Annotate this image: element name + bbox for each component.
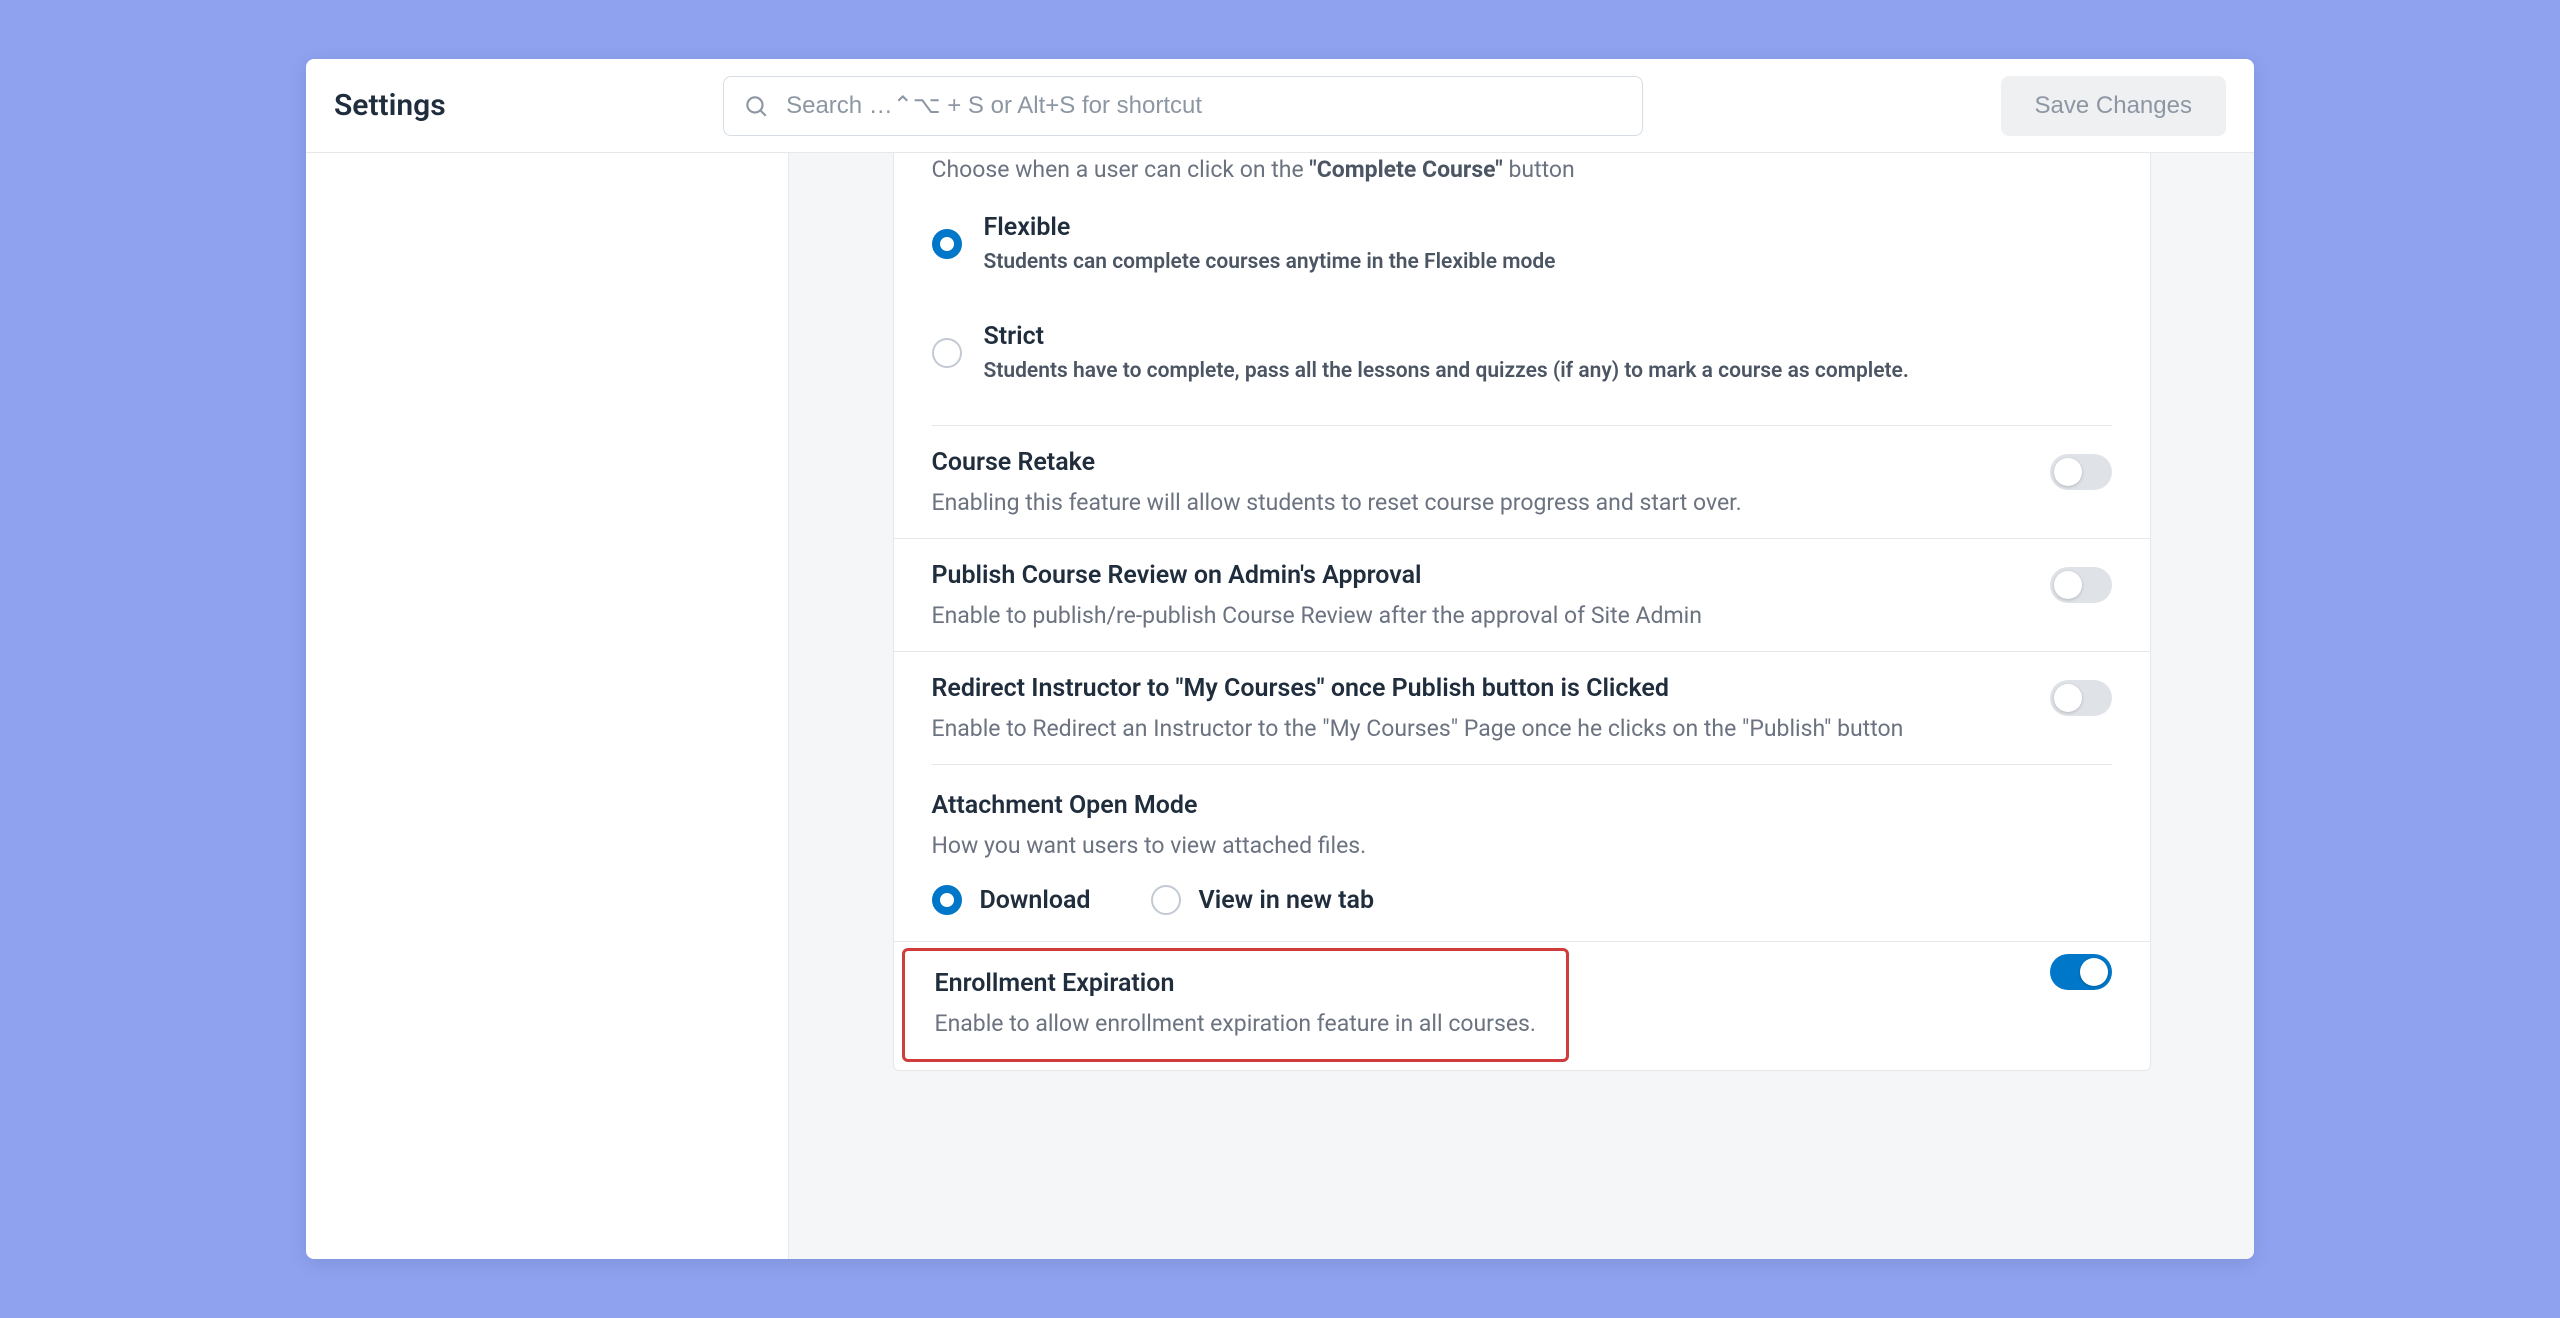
toggle-desc: Enable to Redirect an Instructor to the … <box>932 715 2050 742</box>
radio-icon[interactable] <box>932 229 962 259</box>
toggle-desc: Enabling this feature will allow student… <box>932 489 2050 516</box>
radio-label: Flexible <box>984 213 1556 242</box>
main: Choose when a user can click on the "Com… <box>789 153 2254 1259</box>
header: Settings Save Changes <box>306 59 2254 153</box>
radio-download[interactable]: Download <box>932 885 1091 915</box>
radio-label: View in new tab <box>1199 886 1375 915</box>
highlight-box: Enrollment Expiration Enable to allow en… <box>902 948 1569 1062</box>
radio-sublabel: Students have to complete, pass all the … <box>984 359 1909 383</box>
enrollment-expiration-row: Enrollment Expiration Enable to allow en… <box>894 942 2150 1068</box>
radio-strict[interactable]: Strict Students have to complete, pass a… <box>932 322 2112 383</box>
toggle-redirect-instructor: Redirect Instructor to "My Courses" once… <box>894 652 2150 764</box>
radio-label: Strict <box>984 322 1909 351</box>
radio-icon[interactable] <box>1151 885 1181 915</box>
search-input[interactable] <box>723 76 1643 136</box>
search-icon <box>743 93 769 119</box>
radio-icon[interactable] <box>932 338 962 368</box>
content-card: Choose when a user can click on the "Com… <box>893 153 2151 1071</box>
enrollment-desc: Enable to allow enrollment expiration fe… <box>935 1010 1536 1037</box>
toggle-title: Course Retake <box>932 448 2050 477</box>
toggle-publish-review: Publish Course Review on Admin's Approva… <box>894 539 2150 652</box>
radio-flexible[interactable]: Flexible Students can complete courses a… <box>932 213 2112 274</box>
enrollment-title: Enrollment Expiration <box>935 969 1536 998</box>
section-desc: How you want users to view attached file… <box>932 832 2112 859</box>
sidebar <box>306 153 789 1259</box>
radio-sublabel: Students can complete courses anytime in… <box>984 250 1556 274</box>
radio-icon[interactable] <box>932 885 962 915</box>
save-button[interactable]: Save Changes <box>2001 76 2226 136</box>
toggle-desc: Enable to publish/re-publish Course Revi… <box>932 602 2050 629</box>
radio-view-new-tab[interactable]: View in new tab <box>1151 885 1375 915</box>
settings-window: Settings Save Changes Choose when a user… <box>306 59 2254 1259</box>
attachment-section: Attachment Open Mode How you want users … <box>894 765 2150 877</box>
completion-mode-radio-group: Flexible Students can complete courses a… <box>894 183 2150 399</box>
toggle-switch[interactable] <box>2050 567 2112 603</box>
section-title: Attachment Open Mode <box>932 791 2112 820</box>
page-title: Settings <box>334 88 446 123</box>
toggle-switch[interactable] <box>2050 454 2112 490</box>
toggle-switch[interactable] <box>2050 680 2112 716</box>
radio-label: Download <box>980 886 1091 915</box>
toggle-switch[interactable] <box>2050 954 2112 990</box>
toggle-title: Publish Course Review on Admin's Approva… <box>932 561 2050 590</box>
attachment-radio-group: Download View in new tab <box>894 877 2150 942</box>
toggle-course-retake: Course Retake Enabling this feature will… <box>894 426 2150 539</box>
body: Choose when a user can click on the "Com… <box>306 153 2254 1259</box>
search-wrap <box>723 76 1643 136</box>
completion-mode-intro: Choose when a user can click on the "Com… <box>894 153 2150 183</box>
toggle-title: Redirect Instructor to "My Courses" once… <box>932 674 2050 703</box>
